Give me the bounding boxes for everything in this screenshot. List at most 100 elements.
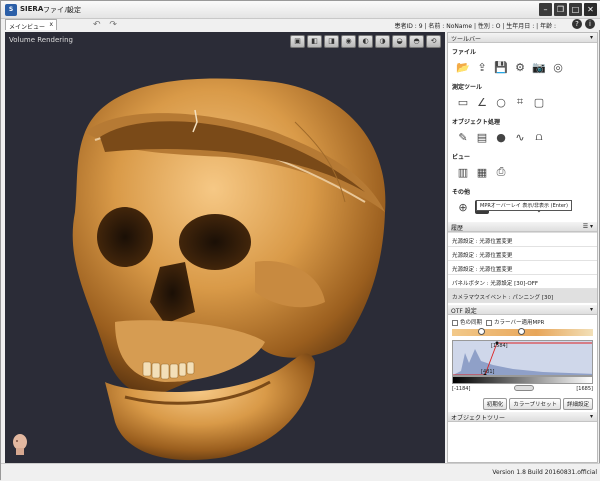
view-tools: ▥ ▦ ⎙ xyxy=(448,163,597,183)
redo-icon[interactable]: ↷ xyxy=(109,20,117,30)
freehand-icon[interactable]: ⌗ xyxy=(513,95,527,109)
view-sagittal-icon[interactable]: ◧ xyxy=(307,35,322,48)
restore-icon[interactable]: ❐ xyxy=(554,3,567,16)
section-measure-title: 測定ツール xyxy=(452,84,483,91)
window-controls: – ❐ □ ✕ xyxy=(539,3,597,16)
tab-label: メインビュー xyxy=(9,24,46,31)
open-folder-icon[interactable]: 📂 xyxy=(456,60,470,74)
import-icon[interactable]: ⇪ xyxy=(475,60,489,74)
detail-settings-button[interactable]: 詳細設定 xyxy=(562,398,593,410)
history-header[interactable]: 履歴 ☰ ▾ xyxy=(448,222,597,232)
object-tree-collapse-icon[interactable]: ▾ xyxy=(590,413,593,420)
history-list: 光源設定 : 光源位置変更 光源設定 : 光源位置変更 光源設定 : 光源位置変… xyxy=(448,232,597,303)
ruler-icon[interactable]: ▭ xyxy=(456,95,470,109)
viewport-toolbar: ▣ ◧ ◨ ◉ ◐ ◑ ◒ ◓ ⟲ xyxy=(290,35,441,48)
undo-redo-group: ↶ ↷ xyxy=(93,20,117,30)
collapse-icon[interactable]: ▾ xyxy=(590,34,593,41)
view-side-icon[interactable]: ◐ xyxy=(358,35,373,48)
help-icon[interactable]: ? xyxy=(572,19,582,29)
measure-tools: ▭ ∠ ○ ⌗ ▢ xyxy=(448,93,597,113)
minimize-icon[interactable]: – xyxy=(539,3,552,16)
range-slider-handle[interactable] xyxy=(514,385,534,391)
gradient-knob-right[interactable] xyxy=(518,328,525,335)
object-tools: ✎ ▤ ● ∿ ⩍ xyxy=(448,128,597,148)
tab-row: メインビュー x ↶ ↷ 患者ID : 9 | 名前 : NoName | 性別… xyxy=(1,19,600,31)
history-menu-icon[interactable]: ☰ ▾ xyxy=(583,223,593,230)
view-bottom-icon[interactable]: ◓ xyxy=(409,35,424,48)
top-icons: ? i xyxy=(572,19,595,29)
circle-icon[interactable]: ○ xyxy=(494,95,508,109)
view-reset-icon[interactable]: ⟲ xyxy=(426,35,441,48)
pen-edit-icon[interactable]: ✎ xyxy=(456,130,470,144)
right-panel: ツールバー ▾ ファイル 📂 ⇪ 💾 ⚙ 📷 ◎ 測定ツール ▭ ∠ ○ ⌗ ▢… xyxy=(447,32,598,463)
section-other-title: その他 xyxy=(452,189,471,196)
mpr-tooltip: MPRオーバーレイ 表示/非表示 (Enter) xyxy=(476,200,572,211)
zoom-icon[interactable]: ⊕ xyxy=(456,200,470,214)
toolbar-panel-header[interactable]: ツールバー ▾ xyxy=(448,33,597,43)
menu-settings[interactable]: 設定 xyxy=(67,5,81,15)
app-logo-icon: S xyxy=(5,4,17,16)
tab-main-view[interactable]: メインビュー x xyxy=(5,19,57,31)
layout-grid-icon[interactable]: ▦ xyxy=(475,165,489,179)
print-icon[interactable]: ⎙ xyxy=(494,165,508,179)
otf-collapse-icon[interactable]: ▾ xyxy=(590,306,593,313)
history-title: 履歴 xyxy=(451,225,464,232)
history-item[interactable]: パネルボタン : 光源設定 [30]-OFF xyxy=(448,275,597,289)
title-bar: S SIERA ファイル 設定 – ❐ □ ✕ xyxy=(1,1,600,19)
app-window: S SIERA ファイル 設定 – ❐ □ ✕ メインビュー x ↶ ↷ 患者I… xyxy=(0,0,600,481)
otf-checkbox-row: 色の同期 カラーバー適用MPR xyxy=(448,315,597,329)
segment-icon[interactable]: ▤ xyxy=(475,130,489,144)
init-button[interactable]: 初期化 xyxy=(482,398,508,410)
history-item[interactable]: 光源設定 : 光源位置変更 xyxy=(448,247,597,261)
viewport-title: Volume Rendering xyxy=(9,36,74,44)
object-tree-header[interactable]: オブジェクトツリー ▾ xyxy=(448,412,597,422)
version-label: Version 1.8 Build 20160831.official xyxy=(492,469,597,476)
history-item[interactable]: 光源設定 : 光源位置変更 xyxy=(448,261,597,275)
tab-close-icon[interactable]: x xyxy=(49,21,53,28)
view-axial-icon[interactable]: ▣ xyxy=(290,35,305,48)
camera-icon[interactable]: 📷 xyxy=(532,60,546,74)
info-icon[interactable]: i xyxy=(585,19,595,29)
otf-title: OTF 設定 xyxy=(451,308,477,315)
undo-icon[interactable]: ↶ xyxy=(93,20,101,30)
gradient-knob-left[interactable] xyxy=(478,328,485,335)
tooth-icon[interactable]: ⩍ xyxy=(532,130,546,144)
skull-volume-render xyxy=(72,78,386,461)
app-name: SIERA xyxy=(20,5,44,13)
volume-rendering-viewport[interactable]: Volume Rendering ▣ ◧ ◨ ◉ ◐ ◑ ◒ ◓ ⟲ xyxy=(5,32,445,463)
section-file-title: ファイル xyxy=(452,49,477,56)
dicom-export-icon[interactable]: ⚙ xyxy=(513,60,527,74)
annotation-icon[interactable]: ▢ xyxy=(532,95,546,109)
angle-icon[interactable]: ∠ xyxy=(475,95,489,109)
layout-single-icon[interactable]: ▥ xyxy=(456,165,470,179)
otf-range-bar: [-1184] [1685] xyxy=(452,385,593,394)
section-object-title: オブジェクト処理 xyxy=(452,119,501,126)
status-bar: Version 1.8 Build 20160831.official xyxy=(1,463,600,481)
view-back-icon[interactable]: ◑ xyxy=(375,35,390,48)
range-max-label: [1685] xyxy=(576,386,593,392)
history-item-selected[interactable]: カメラマウスイベント : パンニング [30] xyxy=(448,289,597,303)
file-tools: 📂 ⇪ 💾 ⚙ 📷 ◎ xyxy=(448,58,597,78)
curve-icon[interactable]: ∿ xyxy=(513,130,527,144)
mask-icon[interactable]: ● xyxy=(494,130,508,144)
colorbar-mpr-checkbox[interactable]: カラーバー適用MPR xyxy=(486,318,544,326)
sync-color-checkbox[interactable]: 色の同期 xyxy=(452,318,482,326)
otf-bottom-value: [481] xyxy=(481,369,495,375)
grayscale-ramp xyxy=(452,376,593,384)
view-top-icon[interactable]: ◒ xyxy=(392,35,407,48)
maximize-icon[interactable]: □ xyxy=(569,3,582,16)
save-icon[interactable]: 💾 xyxy=(494,60,508,74)
view-front-icon[interactable]: ◉ xyxy=(341,35,356,48)
disc-icon[interactable]: ◎ xyxy=(551,60,565,74)
otf-top-value: [1584] xyxy=(491,343,508,349)
otf-histogram-graph[interactable]: [1584] [481] xyxy=(452,340,593,376)
close-window-icon[interactable]: ✕ xyxy=(584,3,597,16)
color-preset-button[interactable]: カラープリセット xyxy=(509,398,561,410)
otf-buttons: 初期化 カラープリセット 詳細設定 xyxy=(448,396,597,412)
object-tree-title: オブジェクトツリー xyxy=(451,415,506,422)
color-gradient-bar[interactable] xyxy=(452,328,593,336)
view-coronal-icon[interactable]: ◨ xyxy=(324,35,339,48)
otf-header[interactable]: OTF 設定 ▾ xyxy=(448,305,597,315)
patient-info: 患者ID : 9 | 名前 : NoName | 性別 : O | 生年月日 :… xyxy=(394,23,557,30)
history-item[interactable]: 光源設定 : 光源位置変更 xyxy=(448,233,597,247)
